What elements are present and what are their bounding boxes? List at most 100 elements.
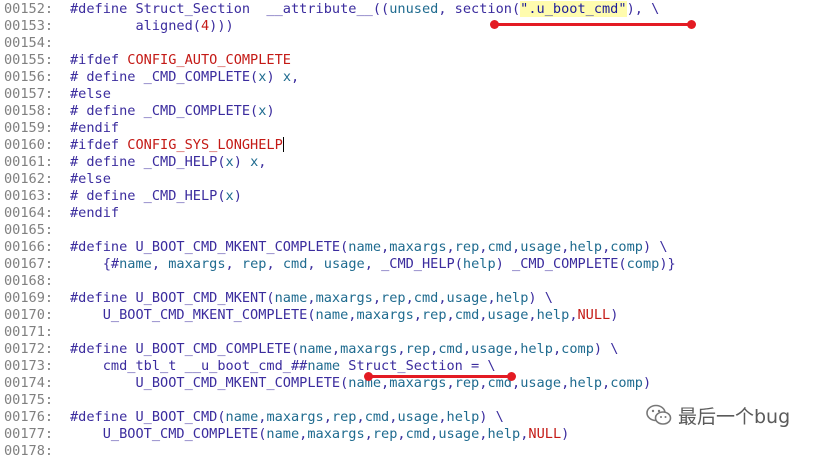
code-token: rep	[372, 426, 398, 442]
code-token: comp	[610, 239, 643, 255]
annotation-dot	[364, 372, 373, 381]
code-token: Struct_Section __attribute__((	[127, 1, 390, 17]
line-number: 00176:	[4, 409, 54, 425]
code-token: 4	[200, 18, 210, 34]
line-number: 00157:	[4, 86, 54, 102]
line-number: 00164:	[4, 205, 54, 221]
code-line: 00160: #ifdef CONFIG_SYS_LONGHELP	[0, 137, 817, 154]
line-number: 00158:	[4, 103, 54, 119]
code-line: 00159: #endif	[0, 120, 817, 137]
code-token: ,	[569, 307, 578, 323]
code-token: NULL	[577, 307, 611, 323]
code-token: CONFIG_AUTO_COMPLETE	[127, 52, 291, 68]
code-token: #define	[70, 409, 128, 425]
code-token: ,	[528, 307, 537, 323]
line-number: 00175:	[4, 392, 54, 408]
code-token: U_BOOT_CMD_MKENT(	[127, 290, 275, 306]
code-token: #define	[70, 290, 128, 306]
code-token: #define	[70, 341, 128, 357]
line-number: 00168:	[4, 273, 54, 289]
code-token: help	[462, 256, 496, 272]
code-token: ,	[413, 307, 422, 323]
code-token: CONFIG_SYS_LONGHELP	[127, 137, 283, 153]
code-token: name	[315, 307, 349, 323]
code-token: U_BOOT_CMD_COMPLETE(	[127, 341, 300, 357]
code-editor[interactable]: 00152: #define Struct_Section __attribute…	[0, 0, 817, 459]
code-token: name	[307, 358, 341, 374]
code-token: U_BOOT_CMD(	[127, 409, 226, 425]
code-token: ,	[307, 290, 316, 306]
code-token: help	[536, 307, 570, 323]
code-token: #else	[70, 86, 111, 102]
code-line: 00165:	[0, 222, 817, 239]
line-number: 00159:	[4, 120, 54, 136]
code-token: )	[266, 69, 283, 85]
code-token: ) \	[593, 341, 619, 357]
code-token: # define _CMD_COMPLETE(	[70, 69, 259, 85]
code-token: rep	[331, 409, 357, 425]
code-token: ,	[258, 154, 267, 170]
code-token: )	[561, 426, 570, 442]
code-token: rep	[241, 256, 267, 272]
code-token: usage	[471, 341, 513, 357]
code-token: x	[225, 154, 234, 170]
code-token: name	[119, 256, 152, 272]
line-number: 00172:	[4, 341, 54, 357]
code-token: , _CMD_HELP(	[364, 256, 463, 272]
code-token: ,	[151, 256, 169, 272]
code-token: ,	[381, 239, 390, 255]
code-line: 00173: cmd_tbl_t __u_boot_cmd_##name Str…	[0, 358, 817, 375]
line-number: 00165:	[4, 222, 54, 238]
code-token: ,	[397, 426, 406, 442]
code-token: cmd	[282, 256, 308, 272]
code-token: aligned(	[70, 18, 201, 34]
code-token: ".u_boot_cmd"	[520, 1, 627, 17]
code-token: cmd	[364, 409, 390, 425]
code-token: ,	[512, 341, 521, 357]
code-token: ,	[356, 409, 365, 425]
code-token: U_BOOT_CMD_COMPLETE(	[70, 426, 267, 442]
line-number: 00169:	[4, 290, 54, 306]
code-token: name	[266, 426, 300, 442]
code-token: help	[495, 290, 529, 306]
watermark-text: 最后一个bug	[678, 405, 791, 428]
code-token: # define _CMD_HELP(	[70, 188, 226, 204]
code-token: ,	[364, 426, 373, 442]
code-line: 00167: {#name, maxargs, rep, cmd, usage,…	[0, 256, 817, 273]
code-token: help	[487, 426, 521, 442]
code-token: help	[520, 341, 553, 357]
code-token: ,	[438, 409, 447, 425]
code-token: {#	[70, 256, 120, 272]
line-number: 00177:	[4, 426, 54, 442]
code-token: NULL	[528, 426, 562, 442]
code-token: maxargs	[307, 426, 365, 442]
code-token: usage	[446, 290, 488, 306]
line-number: 00154:	[4, 35, 54, 51]
code-line: 00163: # define _CMD_HELP(x)	[0, 188, 817, 205]
code-token: )}	[659, 256, 676, 272]
code-token: ,	[291, 69, 300, 85]
code-token: )))	[209, 18, 234, 34]
code-token: maxargs	[340, 341, 398, 357]
code-token: ,	[552, 341, 562, 357]
code-token: cmd	[413, 290, 439, 306]
code-token: )	[610, 307, 619, 323]
code-token: U_BOOT_CMD_MKENT_COMPLETE(	[70, 375, 349, 391]
code-token: x	[225, 188, 234, 204]
code-token: ,	[462, 341, 472, 357]
code-token: #else	[70, 171, 111, 187]
wechat-icon	[646, 404, 672, 426]
line-number: 00173:	[4, 358, 54, 374]
code-line: 00156: # define _CMD_COMPLETE(x) x,	[0, 69, 817, 86]
line-number: 00155:	[4, 52, 54, 68]
code-line: 00171:	[0, 324, 817, 341]
code-token: usage	[397, 409, 439, 425]
code-line: 00157: #else	[0, 86, 817, 103]
code-token: )	[266, 103, 275, 119]
code-token: ) _CMD_COMPLETE(	[495, 256, 627, 272]
code-token: ,	[602, 375, 611, 391]
code-line: 00169: #define U_BOOT_CMD_MKENT(name,maxa…	[0, 290, 817, 307]
code-token: maxargs	[168, 256, 226, 272]
code-token: usage	[487, 307, 529, 323]
watermark: 最后一个bug	[646, 400, 790, 430]
